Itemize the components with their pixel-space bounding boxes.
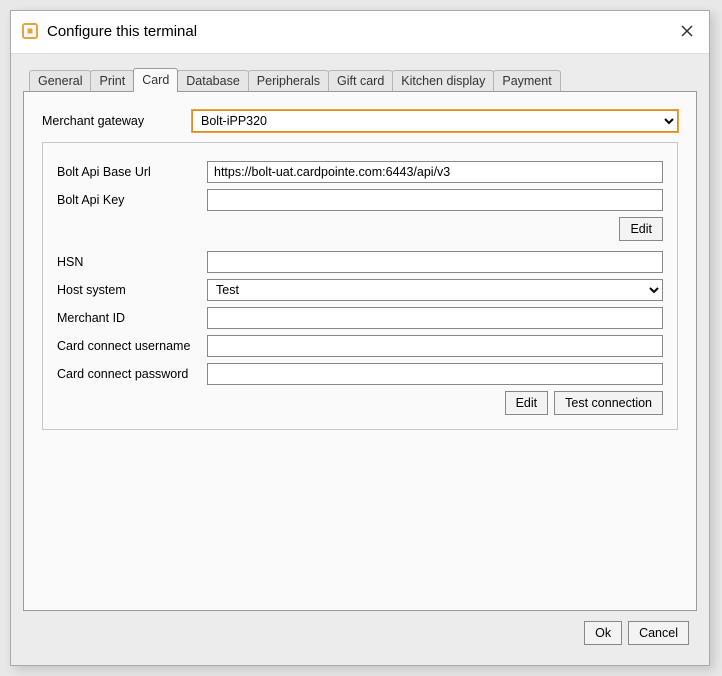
row-host-system: Host system Test	[57, 279, 663, 301]
row-cc-username: Card connect username	[57, 335, 663, 357]
label-merchant-id: Merchant ID	[57, 311, 207, 325]
tab-database[interactable]: Database	[177, 70, 249, 91]
label-host-system: Host system	[57, 283, 207, 297]
tabstrip: General Print Card Database Peripherals …	[29, 68, 697, 91]
app-icon	[21, 22, 39, 40]
tab-card[interactable]: Card	[133, 68, 178, 92]
label-merchant-gateway: Merchant gateway	[42, 114, 192, 128]
config-terminal-window: Configure this terminal General Print Ca…	[10, 10, 710, 666]
row-bolt-api-base-url: Bolt Api Base Url	[57, 161, 663, 183]
dialog-body: General Print Card Database Peripherals …	[11, 54, 709, 665]
tab-general[interactable]: General	[29, 70, 91, 91]
close-icon[interactable]	[675, 19, 699, 43]
dialog-footer: Ok Cancel	[23, 611, 697, 655]
row-hsn: HSN	[57, 251, 663, 273]
window-title: Configure this terminal	[47, 23, 675, 40]
row-merchant-id: Merchant ID	[57, 307, 663, 329]
select-host-system[interactable]: Test	[207, 279, 663, 301]
tabpage-card: Merchant gateway Bolt-iPP320 Bolt Api Ba…	[23, 91, 697, 611]
spacer	[57, 241, 663, 251]
edit-credentials-button[interactable]: Edit	[505, 391, 549, 415]
input-hsn[interactable]	[207, 251, 663, 273]
btnrow-edit-api-key: Edit	[57, 217, 663, 241]
label-hsn: HSN	[57, 255, 207, 269]
test-connection-button[interactable]: Test connection	[554, 391, 663, 415]
titlebar: Configure this terminal	[11, 11, 709, 54]
select-merchant-gateway[interactable]: Bolt-iPP320	[192, 110, 678, 132]
ok-button[interactable]: Ok	[584, 621, 622, 645]
gateway-settings-group: Bolt Api Base Url Bolt Api Key Edit HSN …	[42, 142, 678, 430]
row-cc-password: Card connect password	[57, 363, 663, 385]
row-merchant-gateway: Merchant gateway Bolt-iPP320	[42, 110, 678, 132]
label-bolt-api-base-url: Bolt Api Base Url	[57, 165, 207, 179]
row-bolt-api-key: Bolt Api Key	[57, 189, 663, 211]
tab-print[interactable]: Print	[90, 70, 134, 91]
input-bolt-api-base-url[interactable]	[207, 161, 663, 183]
btnrow-connection: Edit Test connection	[57, 391, 663, 415]
input-cc-password	[207, 363, 663, 385]
input-cc-username	[207, 335, 663, 357]
tab-gift-card[interactable]: Gift card	[328, 70, 393, 91]
label-bolt-api-key: Bolt Api Key	[57, 193, 207, 207]
input-merchant-id[interactable]	[207, 307, 663, 329]
cancel-button[interactable]: Cancel	[628, 621, 689, 645]
tab-kitchen-display[interactable]: Kitchen display	[392, 70, 494, 91]
edit-api-key-button[interactable]: Edit	[619, 217, 663, 241]
tab-peripherals[interactable]: Peripherals	[248, 70, 329, 91]
label-cc-username: Card connect username	[57, 339, 207, 353]
label-cc-password: Card connect password	[57, 367, 207, 381]
input-bolt-api-key	[207, 189, 663, 211]
tab-payment[interactable]: Payment	[493, 70, 560, 91]
